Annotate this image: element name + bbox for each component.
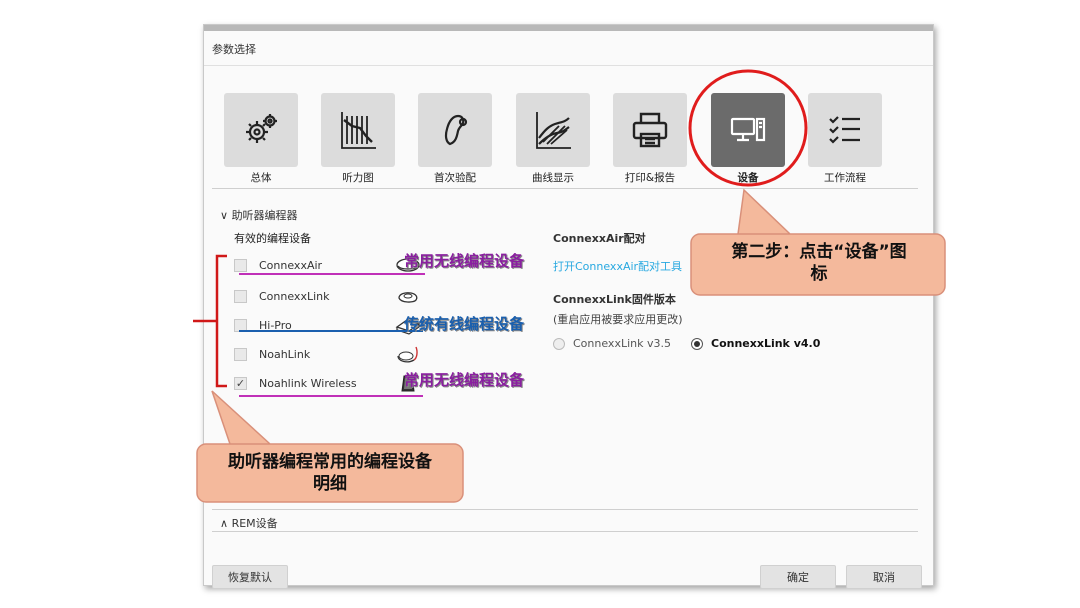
step2-callout-text: 第二步：点击“设备”图 标	[731, 242, 907, 284]
wireless-annotation: 常用无线编程设备	[404, 252, 525, 270]
annotation-layer	[193, 69, 946, 503]
wireless-annotation: 常用无线编程设备	[404, 371, 525, 389]
annotation-underline	[239, 273, 425, 275]
detail-callout-text: 助听器编程常用的编程设备 明细	[228, 452, 432, 494]
wired-annotation: 传统有线编程设备	[404, 315, 525, 333]
highlight-circle	[688, 69, 808, 187]
annotation-underline	[239, 330, 423, 332]
bracket-shape	[193, 254, 227, 388]
annotation-underline	[239, 395, 423, 397]
